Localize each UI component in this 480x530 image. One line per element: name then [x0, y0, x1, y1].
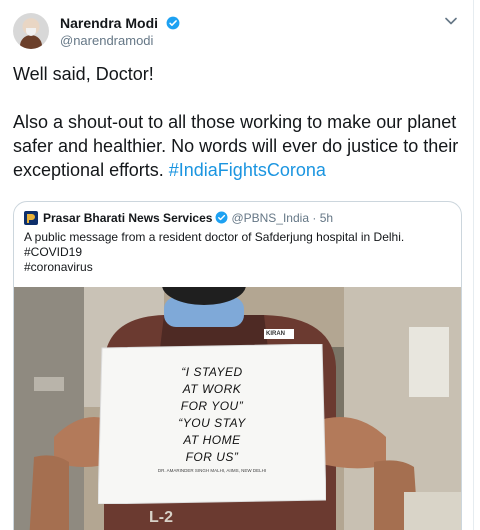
sign-message: “I STAYED AT WORK FOR YOU” “YOU STAY AT … [178, 365, 246, 464]
hashtag-link[interactable]: #IndiaFightsCorona [169, 160, 326, 180]
verified-badge-icon [167, 16, 180, 30]
tweet-card: Narendra Modi @narendramodi Well said, D… [0, 0, 474, 530]
quoted-separator: · [312, 210, 317, 225]
quoted-tweet-text: A public message from a resident doctor … [24, 230, 405, 274]
handheld-sign: “I STAYED AT WORK FOR YOU” “YOU STAY AT … [98, 344, 326, 504]
quoted-author-handle: @PBNS_India [231, 210, 309, 225]
quoted-timestamp: 5h [319, 210, 334, 225]
vest-number: L-2 [149, 509, 173, 526]
quoted-verified-badge-icon [215, 211, 228, 224]
quoted-tweet[interactable]: Prasar Bharati News Services @PBNS_India… [13, 201, 462, 530]
author-name-block[interactable]: Narendra Modi @narendramodi [60, 14, 180, 50]
quoted-author-name: Prasar Bharati News Services [43, 210, 213, 225]
vest-label-text: KIRAN [266, 331, 285, 337]
chevron-down-icon[interactable] [445, 17, 457, 25]
author-handle[interactable]: @narendramodi [60, 32, 180, 50]
author-avatar[interactable] [13, 13, 49, 49]
quoted-tweet-image[interactable]: KIRAN “I STAYED AT WORK FOR YOU” “YOU ST… [14, 287, 461, 530]
quoted-tweet-header: Prasar Bharati News Services @PBNS_India… [24, 210, 333, 225]
author-display-name[interactable]: Narendra Modi [60, 14, 158, 32]
sign-credit: DR. AMARINDER SINGH MALHI, AIIMS, NEW DE… [157, 468, 267, 473]
quoted-author-avatar [24, 210, 38, 225]
tweet-text: Well said, Doctor! Also a shout-out to a… [13, 62, 463, 182]
